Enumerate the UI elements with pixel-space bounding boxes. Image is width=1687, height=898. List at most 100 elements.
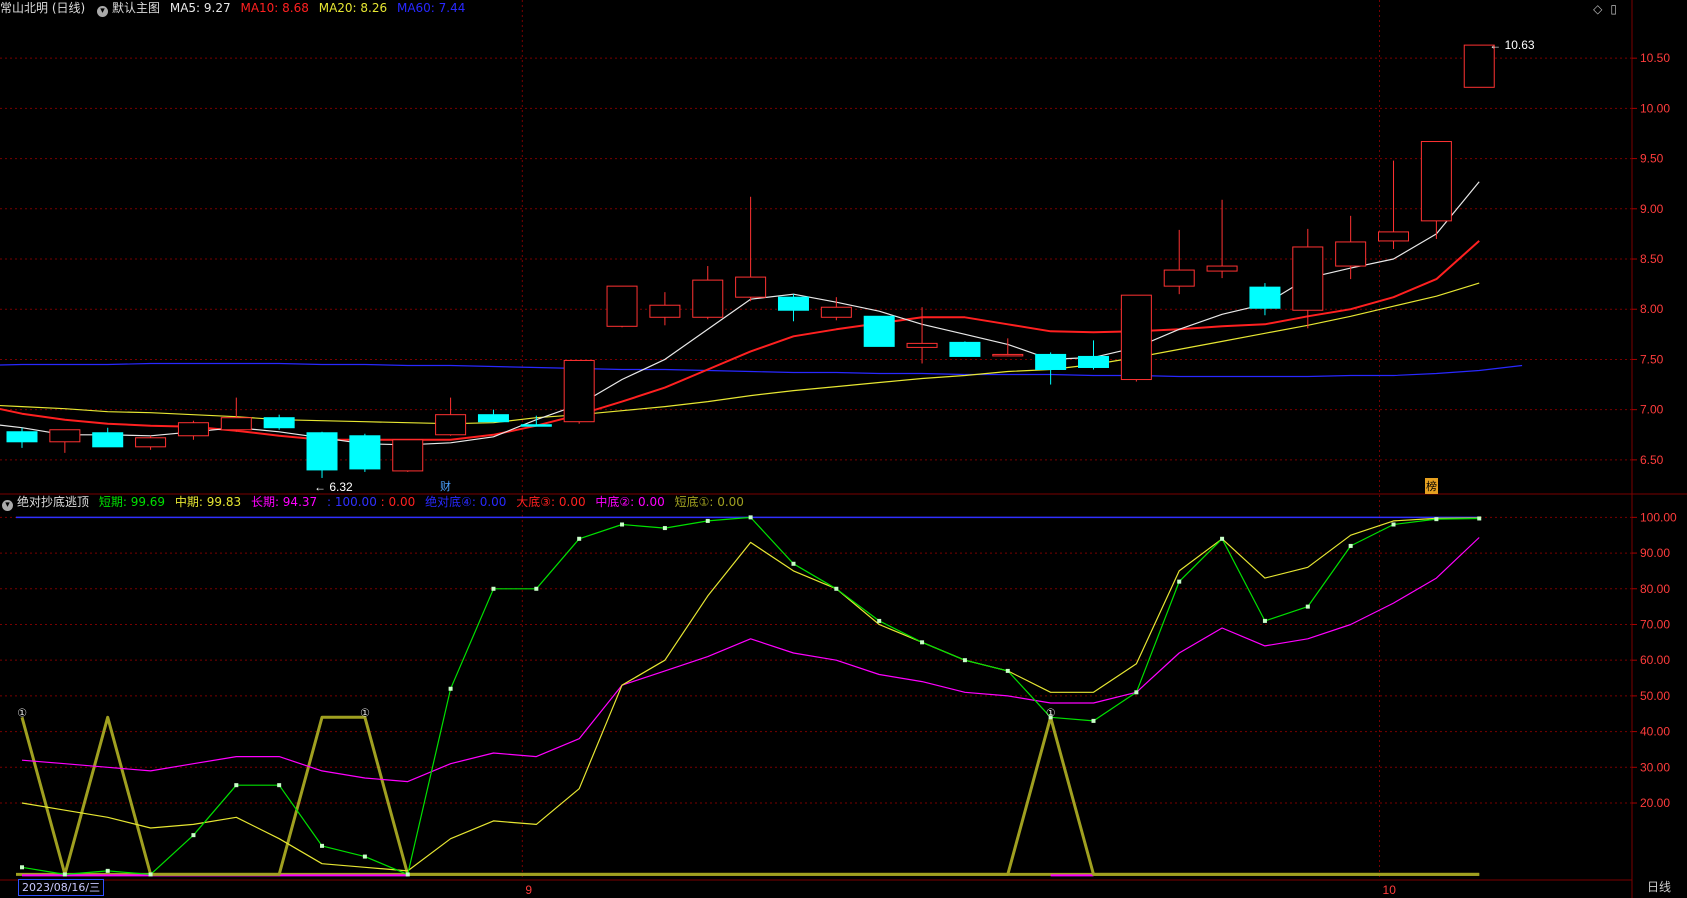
cursor-date: 2023/08/16/三 — [18, 879, 105, 896]
short-term-point — [534, 586, 539, 591]
candle-body[interactable] — [606, 285, 638, 327]
window-controls: ◇ ▯ — [1585, 2, 1617, 16]
short-term-point — [362, 854, 367, 859]
indicator-tick-label: 40.00 — [1640, 725, 1670, 739]
indicator-title[interactable]: 绝对抄底逃顶 — [17, 495, 89, 509]
candle-body[interactable] — [1206, 265, 1238, 272]
price-tick-label: 8.00 — [1640, 302, 1664, 316]
mid-term-line — [21, 517, 1480, 872]
candle-body[interactable] — [863, 315, 895, 347]
indicator-dropdown-icon[interactable]: ▾ — [2, 500, 13, 511]
indicator-tick-label: 100.00 — [1640, 510, 1677, 524]
period-label[interactable]: 日线 — [1647, 878, 1671, 895]
short-term-point — [148, 872, 153, 877]
big-bottom-label: 大底③: 0.00 — [516, 495, 586, 509]
short-term-point — [577, 536, 582, 541]
short-term-point — [962, 658, 967, 663]
candle-body[interactable] — [692, 279, 724, 318]
candle-body[interactable] — [49, 429, 81, 443]
ma10-label: MA10: 8.68 — [240, 1, 309, 15]
short-term-point — [705, 518, 710, 523]
candle-body[interactable] — [820, 306, 852, 318]
short-term-point — [191, 833, 196, 838]
short-term-point — [1391, 522, 1396, 527]
short-term-point — [405, 872, 410, 877]
short-term-point — [491, 586, 496, 591]
list-marker[interactable]: 榜 — [1425, 478, 1438, 494]
template-name[interactable]: 默认主图 — [112, 1, 160, 15]
short-term-point — [1434, 517, 1439, 522]
short-term-point — [877, 618, 882, 623]
indicator-tick-label: 50.00 — [1640, 689, 1670, 703]
price-tick-label: 9.00 — [1640, 202, 1664, 216]
candle-body[interactable] — [392, 439, 424, 472]
indicator-header: ▾ 绝对抄底逃顶 短期: 99.69 中期: 99.83 长期: 94.37 : … — [0, 494, 750, 511]
candle-body[interactable] — [563, 359, 595, 423]
panel-icon[interactable]: ▯ — [1610, 2, 1617, 16]
template-dropdown-icon[interactable]: ▾ — [97, 6, 109, 17]
candle-body[interactable] — [1163, 269, 1195, 287]
short-term-point — [1220, 536, 1225, 541]
short-term-point — [791, 561, 796, 566]
candle-body[interactable] — [263, 417, 295, 429]
candle-body[interactable] — [1035, 353, 1067, 370]
short-term-point — [748, 515, 753, 520]
short-term-point — [1091, 718, 1096, 723]
indicator-tick-label: 30.00 — [1640, 760, 1670, 774]
candle-body[interactable] — [1335, 241, 1367, 267]
diamond-icon[interactable]: ◇ — [1593, 2, 1602, 16]
long-label: 长期: 94.37 — [250, 495, 318, 509]
candle-body[interactable] — [777, 296, 809, 311]
signal-mark: ① — [360, 707, 370, 719]
candle-body[interactable] — [220, 417, 252, 431]
candle-body[interactable] — [135, 437, 167, 448]
stock-chart[interactable]: 6.50 7.00 7.50 8.00 8.50 9.00 9.50 10.00 10.50 9 1… — [0, 0, 1687, 898]
date-tick-label: 9 — [525, 883, 532, 897]
candle-body[interactable] — [435, 414, 467, 436]
indicator-tick-label: 70.00 — [1640, 617, 1670, 631]
candle-body[interactable] — [735, 276, 767, 298]
candle-body[interactable] — [1249, 286, 1281, 309]
candle-body[interactable] — [177, 422, 209, 437]
candle-body[interactable] — [1378, 231, 1410, 242]
short-term-point — [1477, 516, 1482, 521]
price-tick-label: 8.50 — [1640, 252, 1664, 266]
candle-body[interactable] — [349, 435, 381, 470]
ma5-line — [0, 181, 1480, 446]
short-term-point — [620, 522, 625, 527]
indicator-tick-label: 20.00 — [1640, 796, 1670, 810]
candle-body[interactable] — [1292, 246, 1324, 311]
candle-body[interactable] — [649, 304, 681, 318]
candle-body[interactable] — [1420, 141, 1452, 222]
short-term-point — [1134, 690, 1139, 695]
candle-body[interactable] — [949, 341, 981, 357]
short-term-point — [920, 640, 925, 645]
short-label: 短期: 99.69 — [98, 495, 166, 509]
level-label: : 100.00 — [326, 495, 377, 509]
short-term-point — [105, 868, 110, 873]
finance-marker[interactable]: 财 — [440, 478, 451, 494]
candle-body[interactable] — [1078, 355, 1109, 368]
short-term-point — [62, 872, 67, 877]
candle-body[interactable] — [1120, 294, 1152, 381]
candle-body[interactable] — [306, 432, 338, 471]
candle-body[interactable] — [992, 353, 1024, 357]
short-bottom-label: 短底①: 0.00 — [674, 495, 744, 509]
candle-body[interactable] — [6, 431, 38, 443]
stock-title[interactable]: 常山北明 (日线) — [0, 1, 85, 15]
mid-bottom-label: 中底②: 0.00 — [595, 495, 665, 509]
candle-body[interactable] — [92, 432, 124, 448]
short-term-point — [1005, 668, 1010, 673]
zero-label: : 0.00 — [380, 495, 416, 509]
short-term-point — [448, 686, 453, 691]
short-term-point — [1348, 543, 1353, 548]
short-bottom-signal — [20, 715, 1480, 876]
candle-body[interactable] — [477, 414, 509, 423]
candle-body[interactable] — [520, 424, 552, 427]
signal-mark: ① — [1046, 707, 1056, 719]
indicator-tick-label: 80.00 — [1640, 582, 1670, 596]
short-term-point — [1305, 604, 1310, 609]
candle-body[interactable] — [906, 342, 938, 348]
price-annotation: ← 6.32 — [314, 480, 353, 494]
main-chart-header: 常山北明 (日线) ▾ 默认主图 MA5: 9.27 MA10: 8.68 MA2… — [0, 0, 471, 17]
